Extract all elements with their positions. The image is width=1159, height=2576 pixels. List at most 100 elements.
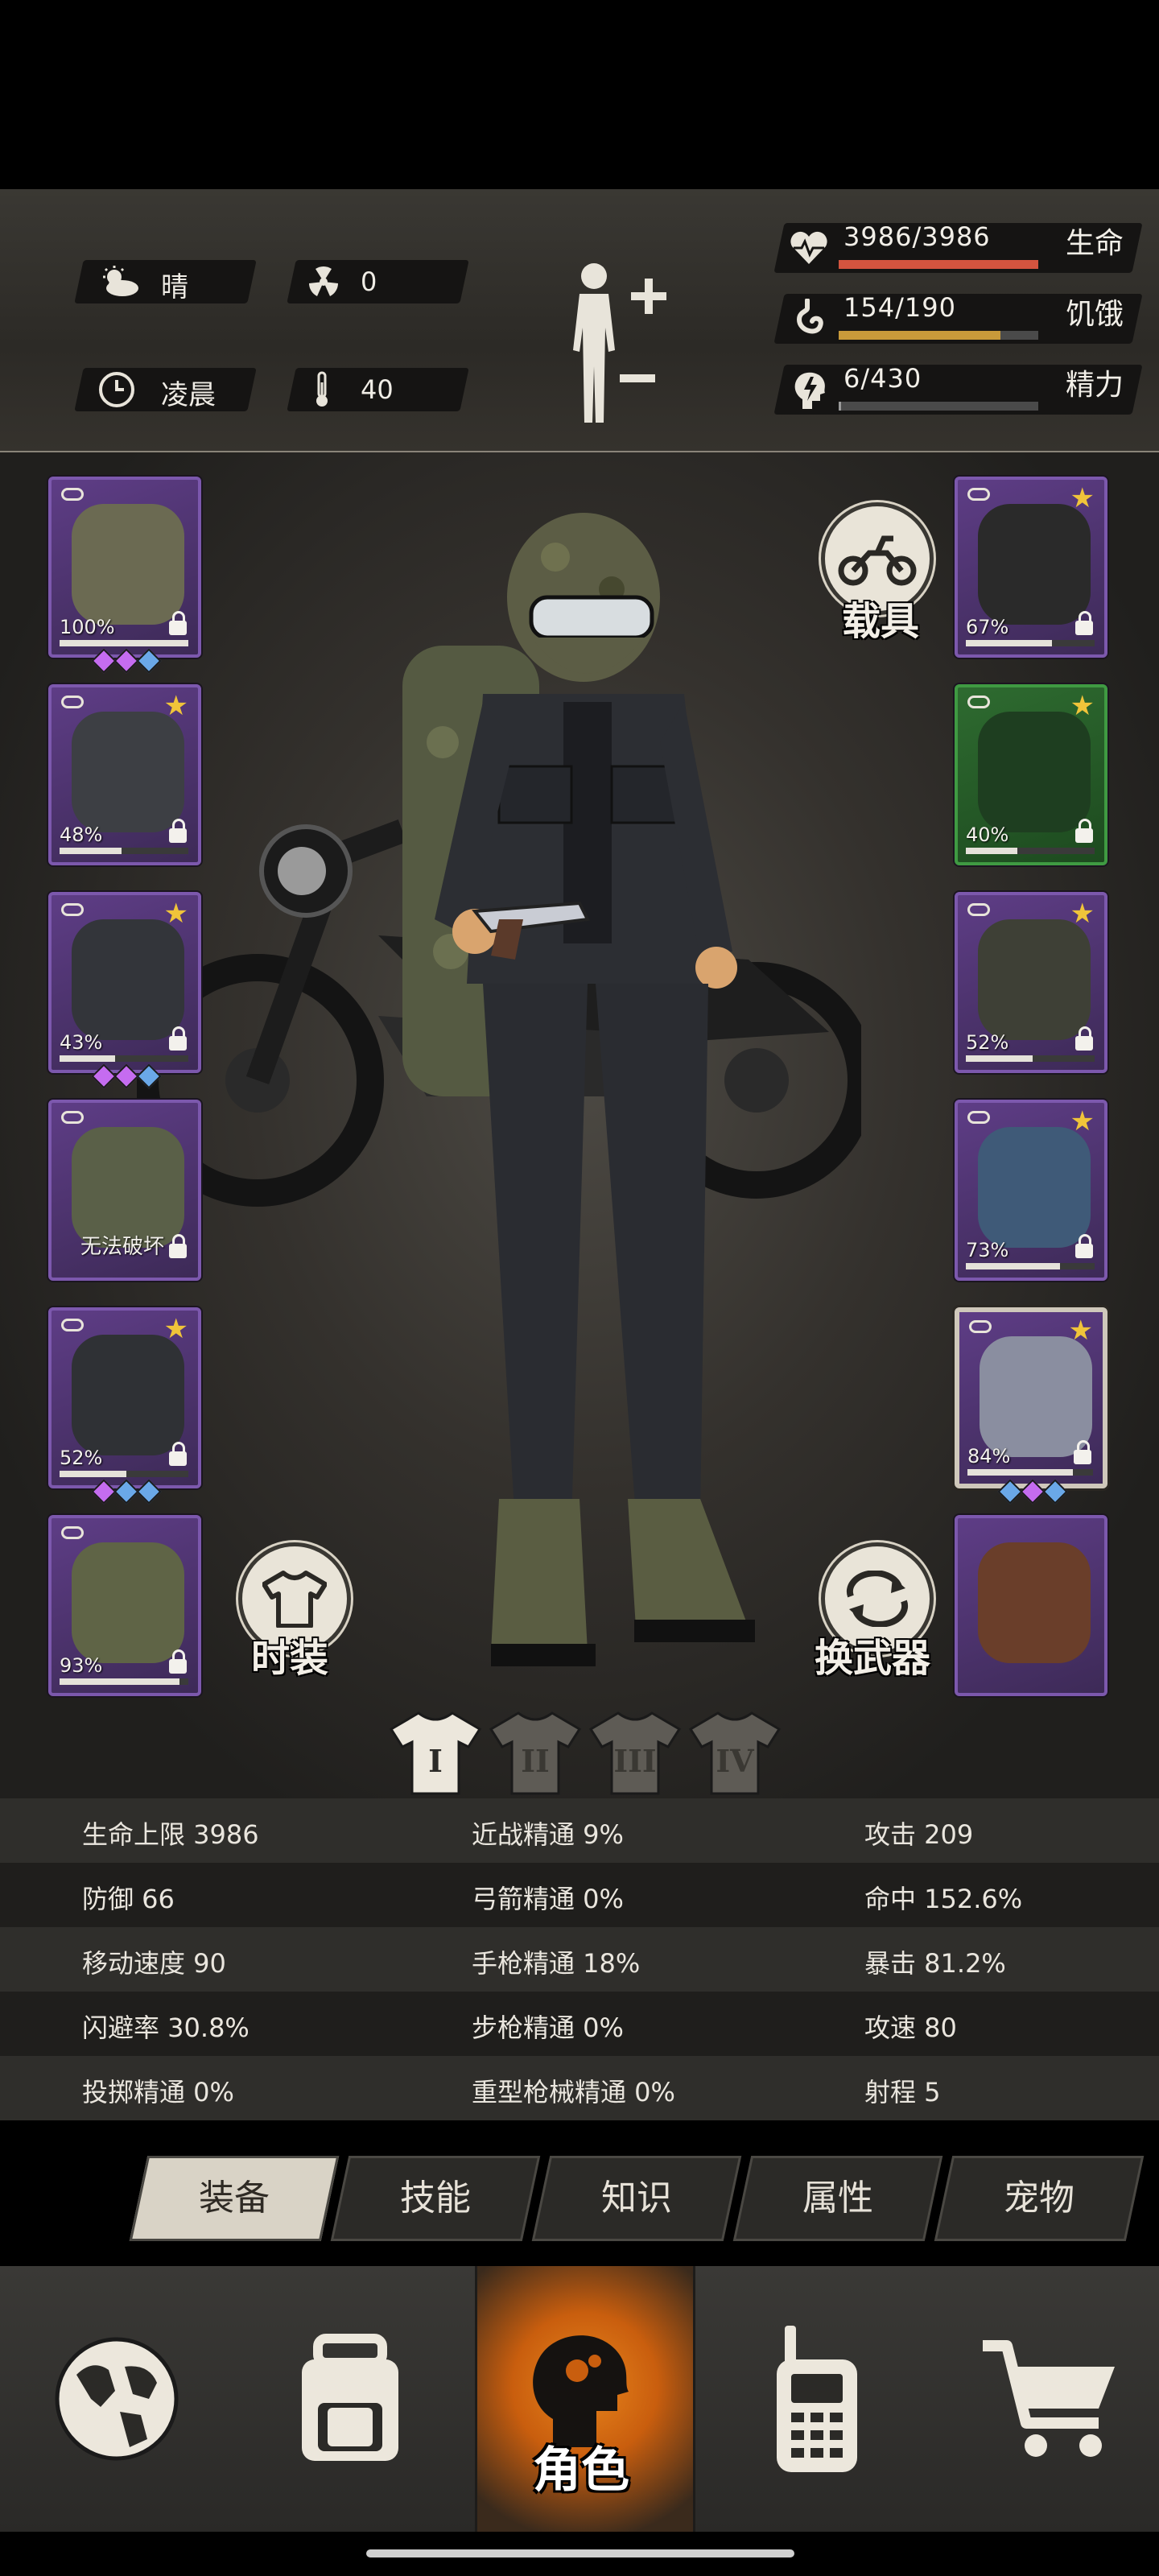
- outfit-number: II: [521, 1742, 550, 1779]
- gem-icon: [1042, 1479, 1068, 1505]
- time-of-day-value: 凌晨: [161, 379, 216, 411]
- nav-globe-button[interactable]: [36, 2302, 197, 2496]
- gem-icon: [113, 1063, 139, 1089]
- gem-icon: [113, 1479, 139, 1505]
- slot-goggles[interactable]: ★ 67%: [955, 477, 1107, 658]
- stat-row: 闪避率 30.8% 步枪精通 0% 攻速 80: [0, 1992, 1159, 2056]
- durability-bar: [60, 1678, 188, 1685]
- durability-percent: 93%: [60, 1654, 103, 1677]
- lock-icon[interactable]: [169, 611, 187, 635]
- outfit-number: III: [613, 1742, 657, 1779]
- durability-percent: 52%: [966, 1031, 1009, 1054]
- slot-shirt[interactable]: ★ 48%: [48, 684, 201, 865]
- lock-icon[interactable]: [169, 1442, 187, 1466]
- slot-pants[interactable]: ★ 52%: [48, 1307, 201, 1488]
- lock-icon[interactable]: [1074, 1440, 1091, 1464]
- slot-mask[interactable]: ★ 40%: [955, 684, 1107, 865]
- gem-icon: [997, 1479, 1023, 1505]
- outfit-slot-1[interactable]: I: [388, 1708, 483, 1797]
- outfit-number: I: [428, 1742, 443, 1779]
- stat-row: 生命上限 3986 近战精通 9% 攻击 209: [0, 1798, 1159, 1863]
- link-icon: [61, 1111, 84, 1124]
- durability-percent: 100%: [60, 616, 115, 638]
- outfit-slot-3[interactable]: III: [588, 1708, 683, 1797]
- tab-1[interactable]: 装备: [129, 2156, 340, 2241]
- star-icon: ★: [1068, 1315, 1093, 1347]
- lock-icon[interactable]: [169, 819, 187, 843]
- outfit-slot-4[interactable]: IV: [687, 1708, 782, 1797]
- slot-revolver[interactable]: ★ 84%: [955, 1307, 1107, 1488]
- vehicle-label: 载具: [842, 599, 920, 644]
- energy-head-icon: [785, 365, 833, 415]
- tab-3[interactable]: 知识: [531, 2156, 742, 2241]
- nav-cart-button[interactable]: [970, 2302, 1131, 2496]
- status-panel: 晴 0 凌晨 40 3986/3986 生命 154/190 饥饿 6/430 …: [0, 189, 1159, 453]
- stat-value: 攻速 80: [864, 2013, 957, 2043]
- body-icon[interactable]: [555, 254, 676, 431]
- lock-icon[interactable]: [1075, 611, 1093, 635]
- item-image: [980, 1336, 1092, 1457]
- gem-sockets: [91, 1479, 162, 1505]
- stat-value: 命中 152.6%: [864, 1884, 1023, 1914]
- lock-icon[interactable]: [1075, 1026, 1093, 1051]
- item-image: [978, 919, 1091, 1040]
- link-icon: [61, 1319, 84, 1331]
- switch-weapon-label: 换武器: [815, 1636, 931, 1681]
- nav-character-label: 角色: [533, 2442, 629, 2499]
- slot-gloves[interactable]: ★ 73%: [955, 1100, 1107, 1281]
- slot-vest[interactable]: ★ 52%: [955, 892, 1107, 1073]
- durability-percent: 84%: [967, 1445, 1011, 1468]
- temperature-value: 40: [361, 374, 394, 405]
- durability-bar: [966, 848, 1095, 854]
- stat-value: 手枪精通 18%: [472, 1948, 641, 1979]
- tab-4[interactable]: 属性: [732, 2156, 943, 2241]
- durability-percent: 52%: [60, 1447, 103, 1469]
- lock-icon[interactable]: [169, 1649, 187, 1674]
- cloud-sun-icon: [95, 260, 143, 303]
- durability-bar: [966, 1055, 1095, 1062]
- stat-value: 步枪精通 0%: [472, 2013, 624, 2043]
- hunger-value: 154/190: [843, 292, 956, 323]
- nav-backpack-button[interactable]: [270, 2302, 431, 2496]
- hunger-bar: [839, 331, 1038, 340]
- slot-jacket[interactable]: ★ 43%: [48, 892, 201, 1073]
- lock-icon[interactable]: [169, 1026, 187, 1051]
- outfit-slot-2[interactable]: II: [488, 1708, 583, 1797]
- stat-value: 投掷精通 0%: [82, 2077, 234, 2107]
- link-icon: [61, 488, 84, 501]
- globe-icon: [55, 2337, 179, 2461]
- gem-icon: [91, 1479, 117, 1505]
- tab-label: 宠物: [1004, 2178, 1074, 2219]
- slot-boots[interactable]: 93%: [48, 1515, 201, 1696]
- heart-icon: [785, 223, 833, 273]
- durability-percent: 73%: [966, 1239, 1009, 1261]
- lock-icon[interactable]: [1075, 819, 1093, 843]
- durability-percent: 48%: [60, 824, 103, 846]
- durability-percent: 40%: [966, 824, 1009, 846]
- gem-icon: [136, 648, 162, 674]
- lock-icon[interactable]: [1075, 1234, 1093, 1258]
- nav-radio-button[interactable]: [736, 2302, 897, 2496]
- survivor-character: [402, 513, 755, 1666]
- fashion-label: 时装: [251, 1636, 329, 1681]
- stat-value: 生命上限 3986: [82, 1819, 259, 1850]
- unbreakable-label: 无法破坏: [80, 1235, 165, 1259]
- home-indicator[interactable]: [366, 2549, 794, 2557]
- tab-label: 装备: [199, 2178, 270, 2219]
- health-label: 生命: [1066, 227, 1124, 260]
- tab-5[interactable]: 宠物: [934, 2156, 1145, 2241]
- tab-2[interactable]: 技能: [330, 2156, 541, 2241]
- slot-dynamite[interactable]: [955, 1515, 1107, 1696]
- durability-bar: [60, 640, 188, 646]
- slot-helmet[interactable]: 100%: [48, 477, 201, 658]
- stomach-icon: [785, 294, 833, 344]
- slot-backpack[interactable]: 无法破坏: [48, 1100, 201, 1281]
- radiation-value: 0: [361, 266, 377, 297]
- nav-character-button[interactable]: 角色: [501, 2286, 662, 2499]
- star-icon: ★: [163, 898, 188, 930]
- thermometer-icon: [306, 368, 338, 411]
- item-image: [978, 1127, 1091, 1248]
- durability-bar: [967, 1469, 1093, 1476]
- lock-icon[interactable]: [169, 1234, 187, 1258]
- star-icon: ★: [1070, 898, 1095, 930]
